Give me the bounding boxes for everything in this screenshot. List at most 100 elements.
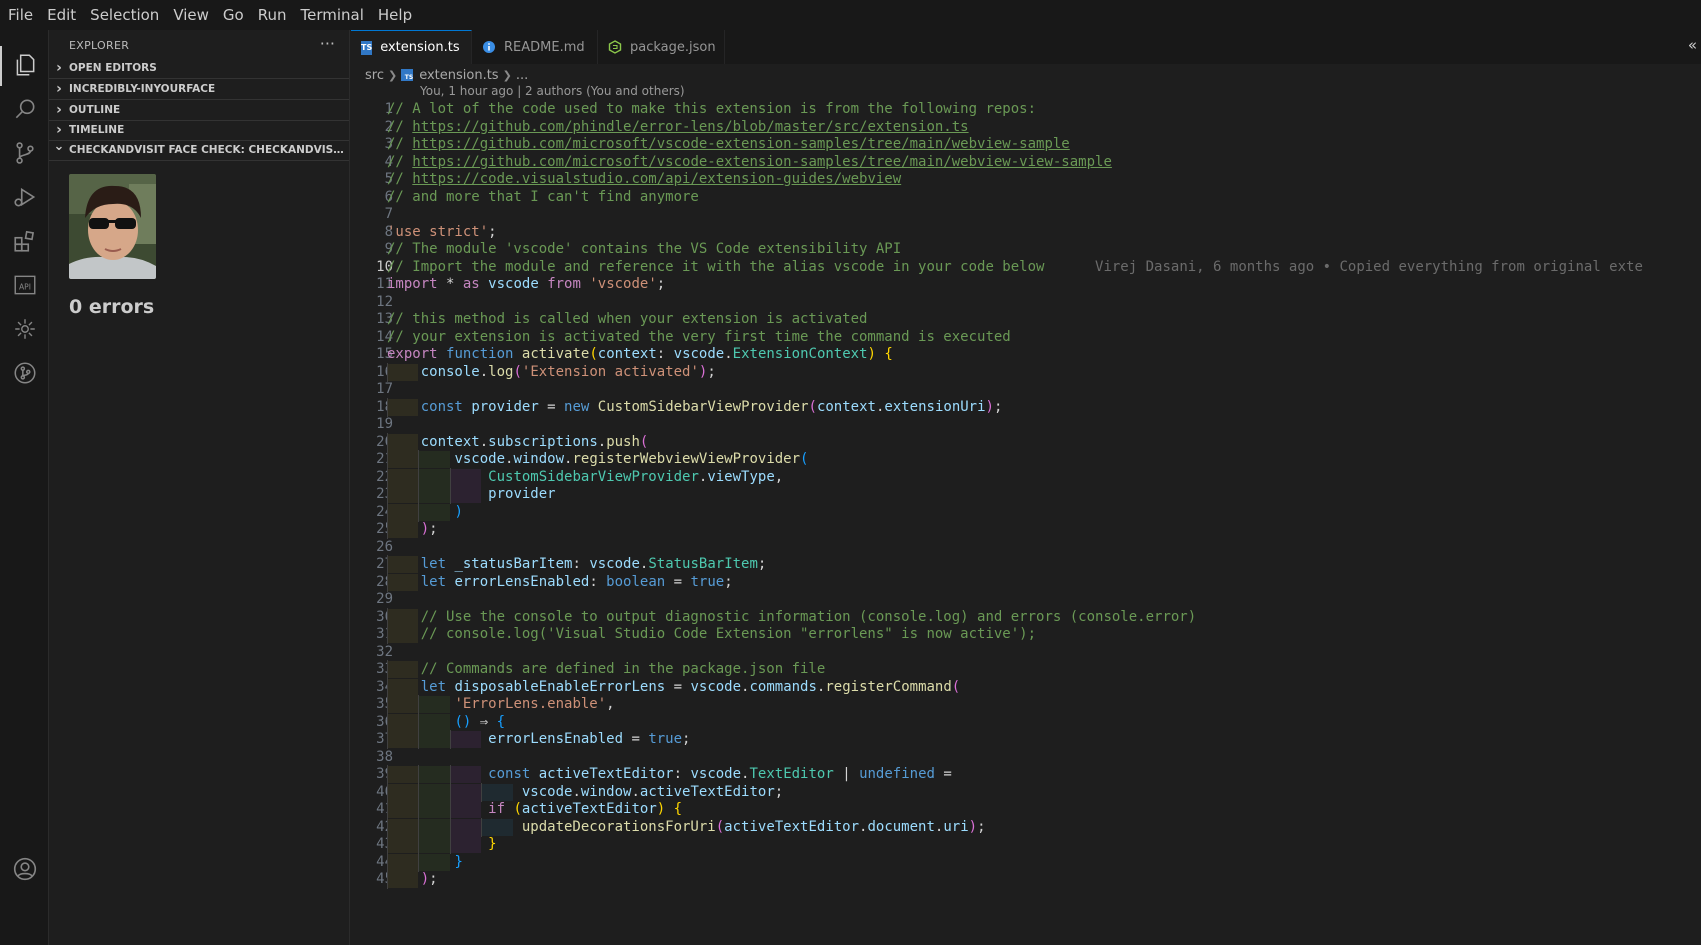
menu-help[interactable]: Help [371, 0, 419, 30]
code-text: vscode.window.activeTextEditor; [521, 783, 784, 800]
code-line[interactable]: 18 const provider = new CustomSidebarVie… [351, 397, 1701, 417]
sidebar-section[interactable]: › OUTLINE [49, 99, 349, 121]
chevron-left-icon[interactable]: « [1688, 36, 1697, 54]
breadcrumb-more[interactable]: ... [516, 68, 528, 83]
code-line[interactable]: 19 [351, 415, 1701, 434]
code-text: // and more that I can't find anymore [387, 188, 699, 205]
code-line[interactable]: 13// this method is called when your ext… [351, 310, 1701, 329]
chevron-right-icon: ❯ [502, 68, 512, 82]
code-text: // Use the console to output diagnostic … [387, 608, 1197, 625]
menu-terminal[interactable]: Terminal [294, 0, 371, 30]
code-line[interactable]: 27 let _statusBarItem: vscode.StatusBarI… [351, 555, 1701, 574]
sidebar-section-label: OPEN EDITORS [69, 61, 157, 74]
breadcrumb-folder[interactable]: src [365, 68, 384, 83]
code-line[interactable]: 36 () ⇒ { [351, 712, 1701, 732]
breadcrumb-file[interactable]: extension.ts [419, 68, 498, 83]
code-line[interactable]: 14// your extension is activated the ver… [351, 328, 1701, 347]
code-line[interactable]: 5// https://code.visualstudio.com/api/ex… [351, 170, 1701, 189]
code-text: let _statusBarItem: vscode.StatusBarItem… [420, 556, 767, 572]
code-line[interactable]: 37 errorLensEnabled = true; [351, 730, 1701, 749]
code-text: import * as vscode from 'vscode'; [387, 276, 666, 292]
tab-readme-md[interactable]: README.md [472, 30, 598, 64]
menu-selection[interactable]: Selection [83, 0, 166, 30]
code-line[interactable]: 10// Import the module and reference it … [351, 258, 1701, 277]
sidebar-section-label: OUTLINE [69, 103, 121, 116]
code-line[interactable]: 7 [351, 205, 1701, 224]
code-line[interactable]: 15 export function activate(context: vsco… [351, 345, 1701, 364]
code-line[interactable]: 31 // console.log('Visual Studio Code Ex… [351, 625, 1701, 644]
menu-go[interactable]: Go [216, 0, 251, 30]
face-check-icon[interactable] [12, 316, 38, 342]
code-text: ); [420, 521, 438, 537]
code-line[interactable]: 43 } [351, 835, 1701, 854]
code-text: // https://github.com/microsoft/vscode-e… [387, 153, 1112, 170]
api-icon[interactable]: API [12, 272, 38, 298]
menu-run[interactable]: Run [251, 0, 294, 30]
code-editor[interactable]: 1// A lot of the code used to make this … [351, 101, 1701, 945]
code-text: ); [420, 871, 438, 887]
sidebar-section[interactable]: › OPEN EDITORS [49, 57, 349, 79]
code-line[interactable]: 32 [351, 643, 1701, 662]
code-text: const activeTextEditor: vscode.TextEdito… [488, 766, 952, 782]
code-line[interactable]: 26 [351, 538, 1701, 557]
git-graph-icon[interactable] [12, 360, 38, 386]
code-line[interactable]: 42 updateDecorationsForUri(activeTextEdi… [351, 817, 1701, 837]
sidebar-section-label: CHECKANDVISIT FACE CHECK: CHECKANDVISIT … [69, 143, 349, 156]
code-line[interactable]: 20 context.subscriptions.push( [351, 432, 1701, 452]
tab-package-json[interactable]: package.json [598, 30, 725, 64]
line-number: 19 [376, 416, 393, 432]
sidebar-section[interactable]: › TIMELINE [49, 119, 349, 141]
code-line[interactable]: 29 [351, 590, 1701, 609]
code-line[interactable]: 1// A lot of the code used to make this … [351, 101, 1701, 119]
code-line[interactable]: 23 provider [351, 485, 1701, 504]
code-line[interactable]: 24 ) [351, 502, 1701, 522]
code-line[interactable]: 39 const activeTextEditor: vscode.TextEd… [351, 765, 1701, 784]
code-line[interactable]: 25 ); [351, 520, 1701, 539]
git-codelens[interactable]: You, 1 hour ago | 2 authors (You and oth… [420, 84, 685, 98]
code-line[interactable]: 33 // Commands are defined in the packag… [351, 660, 1701, 679]
code-line[interactable]: 40 vscode.window.activeTextEditor; [351, 782, 1701, 802]
code-text: () ⇒ { [454, 713, 506, 730]
code-line[interactable]: 3// https://github.com/microsoft/vscode-… [351, 135, 1701, 154]
code-line[interactable]: 34 let disposableEnableErrorLens = vscod… [351, 677, 1701, 697]
code-line[interactable]: 17 [351, 380, 1701, 399]
extensions-icon[interactable] [12, 228, 38, 254]
code-text: context.subscriptions.push( [420, 433, 649, 450]
code-line[interactable]: 44 } [351, 852, 1701, 872]
code-line[interactable]: 41 if (activeTextEditor) { [351, 800, 1701, 819]
accounts-icon[interactable] [12, 856, 38, 882]
tab-extension-ts[interactable]: TS extension.ts × [351, 30, 487, 64]
run-debug-icon[interactable] [12, 184, 38, 210]
code-text: // The module 'vscode' contains the VS C… [387, 241, 902, 257]
code-line[interactable]: 45 ); [351, 870, 1701, 889]
sidebar-section[interactable]: › INCREDIBLY-INYOURFACE [49, 78, 349, 100]
code-text: let errorLensEnabled: boolean = true; [420, 573, 733, 590]
code-line[interactable]: 12 [351, 293, 1701, 312]
code-line[interactable]: 30 // Use the console to output diagnost… [351, 607, 1701, 627]
code-line[interactable]: 22 CustomSidebarViewProvider.viewType, [351, 467, 1701, 487]
source-control-icon[interactable] [12, 140, 38, 166]
code-line[interactable]: 16 console.log('Extension activated'); [351, 362, 1701, 382]
menu-bar: File Edit Selection View Go Run Terminal Help [0, 0, 1701, 30]
menu-edit[interactable]: Edit [40, 0, 83, 30]
code-line[interactable]: 6// and more that I can't find anymore [351, 188, 1701, 207]
code-line[interactable]: 8'use strict'; [351, 223, 1701, 242]
code-line[interactable]: 2// https://github.com/phindle/error-len… [351, 118, 1701, 137]
tab-label: extension.ts [380, 40, 460, 55]
code-line[interactable]: 4// https://github.com/microsoft/vscode-… [351, 153, 1701, 172]
code-line[interactable]: 35 'ErrorLens.enable', [351, 695, 1701, 714]
code-line[interactable]: 28 let errorLensEnabled: boolean = true; [351, 572, 1701, 592]
code-line[interactable]: 11 import * as vscode from 'vscode'; [351, 275, 1701, 294]
code-text: } [454, 853, 463, 870]
search-icon[interactable] [12, 96, 38, 122]
menu-file[interactable]: File [0, 0, 40, 30]
tab-label: package.json [630, 39, 716, 55]
sidebar-section[interactable]: ⌄ CHECKANDVISIT FACE CHECK: CHECKANDVISIT… [49, 139, 349, 161]
more-actions-icon[interactable]: ··· [320, 34, 335, 53]
explorer-icon[interactable] [12, 52, 38, 78]
code-line[interactable]: 21 vscode.window.registerWebviewViewProv… [351, 450, 1701, 469]
explorer-sidebar: EXPLORER ··· › OPEN EDITORS › INCREDIBLY-IN… [49, 30, 350, 945]
menu-view[interactable]: View [166, 0, 216, 30]
code-line[interactable]: 9// The module 'vscode' contains the VS … [351, 240, 1701, 259]
code-line[interactable]: 38 [351, 748, 1701, 767]
